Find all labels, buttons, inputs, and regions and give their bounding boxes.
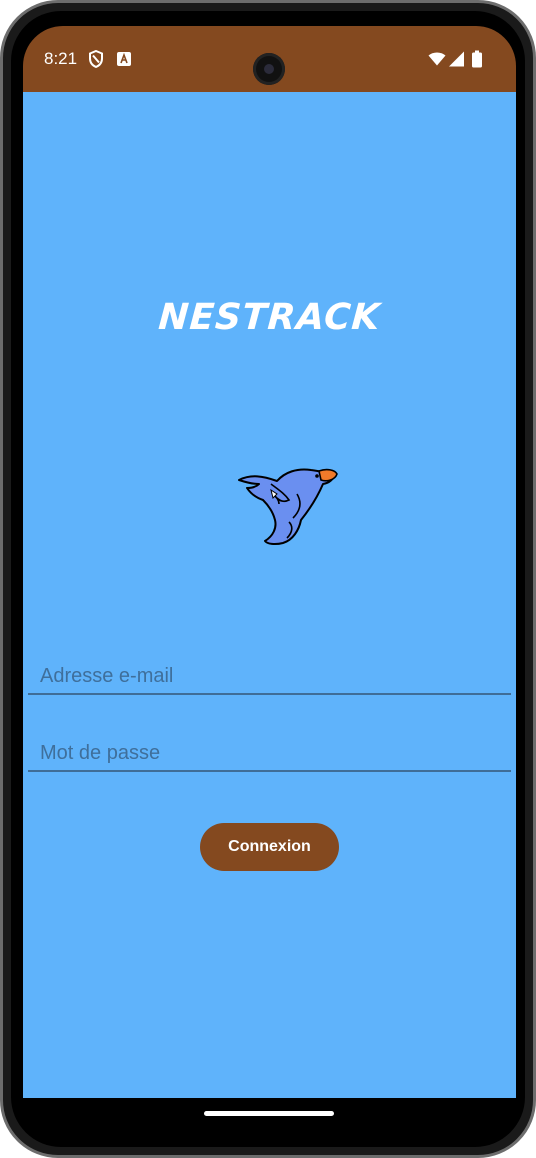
- wifi-icon: [428, 52, 446, 66]
- navigation-bar: [23, 1098, 516, 1141]
- status-bar: 8:21: [23, 26, 516, 92]
- bird-logo-icon: [238, 468, 338, 546]
- home-indicator[interactable]: [204, 1111, 334, 1116]
- shield-icon: [89, 50, 103, 68]
- password-input[interactable]: [38, 741, 502, 766]
- camera-cutout: [253, 53, 285, 85]
- app-a-icon: [117, 52, 131, 66]
- email-field[interactable]: [28, 649, 511, 695]
- signal-icon: [449, 51, 464, 67]
- password-field[interactable]: [28, 726, 511, 772]
- screen: 8:21 NESTRACK Adresse e-mail Connexion: [23, 26, 516, 1141]
- phone-frame: 8:21 NESTRACK Adresse e-mail Connexion: [0, 0, 536, 1158]
- app-title: NESTRACK: [157, 297, 382, 338]
- battery-icon: [472, 50, 482, 68]
- email-input[interactable]: [38, 664, 502, 689]
- login-screen: NESTRACK Adresse e-mail Connexion: [23, 92, 516, 1098]
- phone-bezel: 8:21 NESTRACK Adresse e-mail Connexion: [11, 11, 525, 1147]
- login-button[interactable]: Connexion: [200, 823, 339, 871]
- status-time: 8:21: [44, 49, 78, 68]
